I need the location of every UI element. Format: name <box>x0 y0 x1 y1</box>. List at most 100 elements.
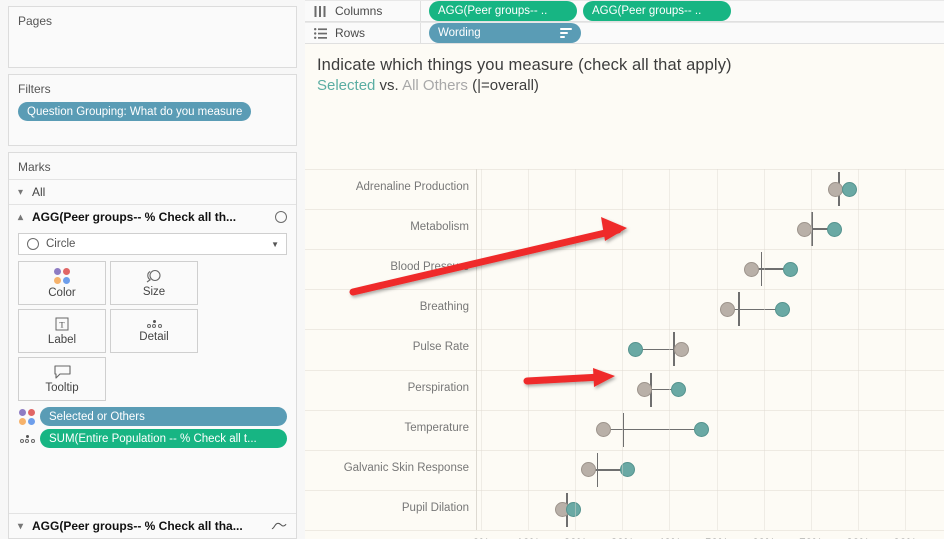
pages-title: Pages <box>18 14 53 28</box>
grid-line <box>305 449 944 451</box>
row-label[interactable]: Pulse Rate <box>305 341 475 353</box>
marks-group-agg-peer-groups[interactable]: ▴ AGG(Peer groups-- % Check all th... <box>9 204 296 229</box>
data-point-selected[interactable] <box>826 221 842 237</box>
vertical-grid-line <box>857 169 859 530</box>
data-point-selected[interactable] <box>671 382 687 398</box>
grid-line <box>305 409 944 411</box>
grid-line <box>305 369 944 371</box>
grid-line <box>305 169 944 170</box>
subtitle-vs: vs. <box>379 77 399 94</box>
tooltip-button[interactable]: Tooltip <box>18 357 106 401</box>
detail-button[interactable]: Detail <box>110 309 198 353</box>
sort-icon[interactable] <box>560 28 572 38</box>
marks-body: Circle ▼ Color Size T Label Detail Toolt… <box>9 229 296 451</box>
marks-bottom-group: ▾ AGG(Peer groups-- % Check all tha... <box>9 513 296 538</box>
data-point-all-others[interactable] <box>636 382 652 398</box>
chart-subtitle: Selected vs. All Others (|=overall) <box>317 77 944 94</box>
color-icon <box>54 267 70 284</box>
marks-pill-row-color: Selected or Others <box>18 407 287 426</box>
data-point-all-others[interactable] <box>596 422 612 438</box>
columns-label-text: Columns <box>335 4 383 18</box>
grid-line <box>305 329 944 331</box>
marks-group-agg-peer-groups-2[interactable]: ▾ AGG(Peer groups-- % Check all tha... <box>9 513 296 538</box>
size-button[interactable]: Size <box>110 261 198 305</box>
data-point-selected[interactable] <box>627 341 643 357</box>
worksheet-area: Columns AGG(Peer groups-- .. AGG(Peer gr… <box>305 0 944 539</box>
page-title: Indicate which things you measure (check… <box>317 56 732 74</box>
vertical-grid-line <box>669 169 671 530</box>
grid-line <box>305 289 944 291</box>
tooltip-button-label: Tooltip <box>45 381 79 394</box>
vertical-grid-line <box>904 169 906 530</box>
tooltip-icon <box>53 364 71 379</box>
vertical-grid-line <box>810 169 812 530</box>
detail-icon <box>146 319 162 328</box>
label-icon: T <box>55 317 69 330</box>
vertical-grid-line <box>528 169 530 530</box>
color-button-label: Color <box>48 286 76 299</box>
data-point-all-others[interactable] <box>720 301 736 317</box>
chevron-down-icon: ▾ <box>18 520 24 532</box>
dot-plot: Adrenaline Production Metabolism Blood Pre… <box>305 98 944 539</box>
visualization-canvas: Indicate which things you measure (check… <box>305 44 944 539</box>
data-point-all-others[interactable] <box>744 261 760 277</box>
chevron-down-icon: ▾ <box>18 186 24 198</box>
chart-title-block: Indicate which things you measure (check… <box>305 44 944 98</box>
marks-all-label: All <box>32 185 46 199</box>
marks-pill-row-detail: SUM(Entire Population -- % Check all t..… <box>18 429 287 448</box>
data-point-selected[interactable] <box>783 261 799 277</box>
row-label[interactable]: Perspiration <box>305 382 475 394</box>
vertical-grid-line <box>763 169 765 530</box>
size-icon <box>146 269 161 283</box>
marks-button-grid: Color Size T Label Detail Tooltip <box>18 261 287 401</box>
filters-title: Filters <box>18 82 51 96</box>
data-point-all-others[interactable] <box>581 462 597 478</box>
data-point-all-others[interactable] <box>796 221 812 237</box>
row-label[interactable]: Galvanic Skin Response <box>305 462 475 474</box>
marks-pill-sum-entire-population[interactable]: SUM(Entire Population -- % Check all t..… <box>40 429 287 448</box>
mark-type-dropdown[interactable]: Circle ▼ <box>18 233 287 255</box>
row-label[interactable]: Breathing <box>305 301 475 313</box>
data-point-selected[interactable] <box>693 422 709 438</box>
label-button[interactable]: T Label <box>18 309 106 353</box>
connector-line <box>603 428 701 431</box>
vertical-grid-line <box>622 169 624 530</box>
columns-pill-2[interactable]: AGG(Peer groups-- .. <box>583 1 731 21</box>
row-label[interactable]: Pupil Dilation <box>305 502 475 514</box>
marks-group-all[interactable]: ▾ All <box>9 179 296 204</box>
row-label[interactable]: Adrenaline Production <box>305 181 475 193</box>
reference-line-overall <box>596 452 599 487</box>
grid-line <box>305 209 944 211</box>
marks-active-label: AGG(Peer groups-- % Check all th... <box>32 210 237 224</box>
marks-card: Marks ▾ All ▴ AGG(Peer groups-- % Check … <box>8 152 297 539</box>
filters-card: Filters Question Grouping: What do you m… <box>8 74 297 146</box>
marks-title: Marks <box>18 160 51 174</box>
rows-pill-wording[interactable]: Wording <box>429 23 581 43</box>
row-label[interactable]: Temperature <box>305 422 475 434</box>
data-point-selected[interactable] <box>842 181 858 197</box>
columns-shelf[interactable]: Columns AGG(Peer groups-- .. AGG(Peer gr… <box>305 0 944 22</box>
color-button[interactable]: Color <box>18 261 106 305</box>
circle-icon <box>27 238 39 250</box>
vertical-grid-line <box>716 169 718 530</box>
filter-pill-question-grouping[interactable]: Question Grouping: What do you measure <box>18 102 252 121</box>
svg-text:T: T <box>59 319 65 329</box>
data-point-all-others[interactable] <box>827 181 843 197</box>
data-point-selected[interactable] <box>566 502 582 518</box>
rows-shelf[interactable]: Rows Wording <box>305 22 944 44</box>
subtitle-selected: Selected <box>317 77 376 94</box>
rows-shelf-label: Rows <box>305 23 421 43</box>
data-point-all-others[interactable] <box>673 341 689 357</box>
marks-pill-selected-or-others[interactable]: Selected or Others <box>40 407 287 426</box>
grid-line <box>305 489 944 491</box>
line-chart-icon <box>271 522 287 530</box>
columns-pill-1[interactable]: AGG(Peer groups-- .. <box>429 1 577 21</box>
row-label[interactable]: Blood Pressure <box>305 261 475 273</box>
tableau-worksheet: Pages Filters Question Grouping: What do… <box>0 0 944 539</box>
columns-shelf-content: AGG(Peer groups-- .. AGG(Peer groups-- .… <box>421 1 731 21</box>
chevron-down-icon: ▼ <box>271 239 279 249</box>
subtitle-all-others: All Others <box>402 77 468 94</box>
row-label[interactable]: Metabolism <box>305 221 475 233</box>
data-point-selected[interactable] <box>775 301 791 317</box>
marks-bottom-label: AGG(Peer groups-- % Check all tha... <box>32 519 243 533</box>
